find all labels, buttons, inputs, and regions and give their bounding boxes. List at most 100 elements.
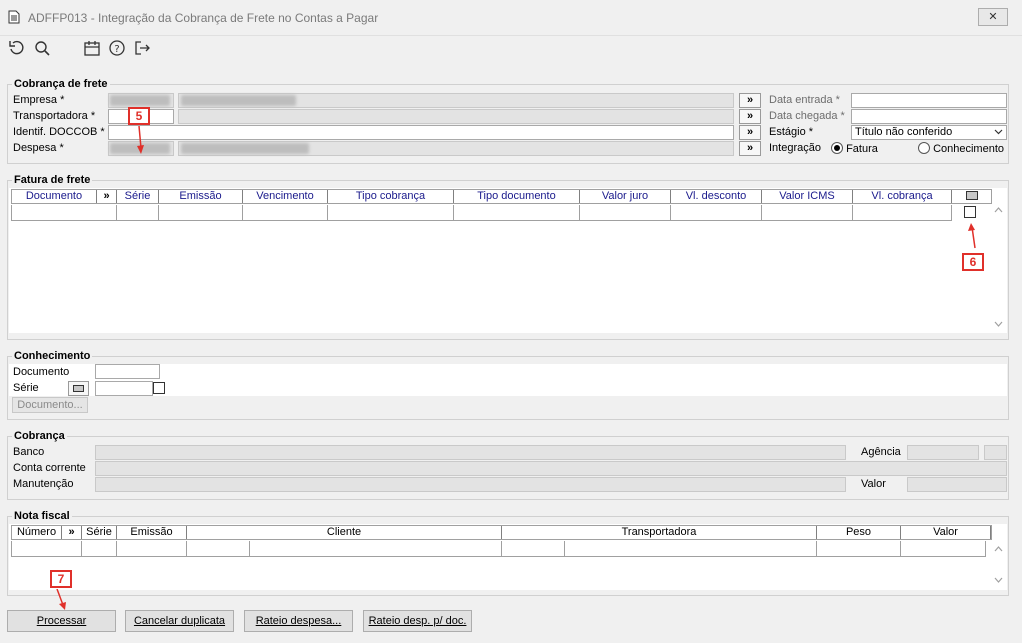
col-valor-icms[interactable]: Valor ICMS <box>762 190 853 203</box>
estagio-label: Estágio * <box>769 126 814 138</box>
cobranca-title: Cobrança <box>12 430 67 442</box>
calendar-icon[interactable] <box>82 38 102 58</box>
conhecimento-serie-field[interactable] <box>95 381 153 396</box>
fatura-row-checkbox[interactable] <box>964 206 976 218</box>
rateio-doc-button[interactable]: Rateio desp. p/ doc. <box>363 610 472 632</box>
col-tipo-cobranca[interactable]: Tipo cobrança <box>328 190 454 203</box>
col-tipo-documento[interactable]: Tipo documento <box>454 190 580 203</box>
banco-label: Banco <box>13 446 45 458</box>
manutencao-field[interactable] <box>95 477 846 492</box>
serie-checkbox[interactable] <box>153 382 165 394</box>
data-chegada-field[interactable] <box>851 109 1007 124</box>
cobranca-frete-title: Cobrança de frete <box>12 78 110 90</box>
col-peso[interactable]: Peso <box>817 526 901 539</box>
agencia-field[interactable] <box>907 445 979 460</box>
col-emissao[interactable]: Emissão <box>159 190 243 203</box>
rateio-doc-label: Rateio desp. p/ doc. <box>368 615 467 627</box>
exit-icon[interactable] <box>132 38 152 58</box>
data-entrada-label: Data entrada * <box>769 94 840 106</box>
empresa-lookup-button[interactable]: » <box>739 93 761 108</box>
despesa-label: Despesa * <box>13 142 64 154</box>
scroll-down-icon[interactable] <box>994 320 1003 331</box>
annotation-arrow-6-icon <box>965 222 979 255</box>
conhecimento-radio-label: Conhecimento <box>933 143 1004 155</box>
documento-button[interactable]: Documento... <box>12 397 88 413</box>
integracao-label: Integração <box>769 142 821 154</box>
conta-corrente-field[interactable] <box>95 461 1007 476</box>
col-vl-cobranca[interactable]: Vl. cobrança <box>853 190 952 203</box>
valor-field[interactable] <box>907 477 1007 492</box>
document-icon <box>8 10 20 24</box>
undo-icon[interactable] <box>7 38 27 58</box>
data-chegada-label: Data chegada * <box>769 110 845 122</box>
fatura-grid-row[interactable] <box>11 205 952 221</box>
window-title: ADFFP013 - Integração da Cobrança de Fre… <box>28 11 379 25</box>
scroll-up-icon[interactable] <box>994 206 1003 217</box>
col-documento[interactable]: Documento <box>12 190 97 203</box>
conhecimento-documento-field[interactable] <box>95 364 160 379</box>
annotation-arrow-7-icon <box>54 588 70 614</box>
col-lookup[interactable]: » <box>97 190 117 203</box>
data-entrada-field[interactable] <box>851 93 1007 108</box>
cancelar-label: Cancelar duplicata <box>133 615 226 627</box>
agencia-digit-field[interactable] <box>984 445 1007 460</box>
col-vl-desconto[interactable]: Vl. desconto <box>671 190 762 203</box>
annotation-7: 7 <box>50 570 72 588</box>
close-button[interactable]: ✕ <box>978 8 1008 26</box>
col-nf-emissao[interactable]: Emissão <box>117 526 187 539</box>
col-vencimento[interactable]: Vencimento <box>243 190 328 203</box>
fatura-grid-header: Documento » Série Emissão Vencimento Tip… <box>11 189 992 204</box>
col-cliente[interactable]: Cliente <box>187 526 502 539</box>
nota-fiscal-title: Nota fiscal <box>12 510 72 522</box>
radio-empty-icon <box>918 142 930 154</box>
fatura-radio[interactable]: Fatura <box>831 142 878 155</box>
identif-doccob-label: Identif. DOCCOB * <box>13 126 105 138</box>
col-valor-juro[interactable]: Valor juro <box>580 190 671 203</box>
col-transportadora[interactable]: Transportadora <box>502 526 817 539</box>
toolbar: ? <box>0 36 1022 64</box>
svg-text:?: ? <box>114 44 119 55</box>
col-select-all[interactable] <box>952 190 991 203</box>
title-bar: ADFFP013 - Integração da Cobrança de Fre… <box>0 0 1022 36</box>
annotation-arrow-5-icon <box>134 125 146 159</box>
conhecimento-documento-label: Documento <box>13 366 70 378</box>
col-valor[interactable]: Valor <box>901 526 991 539</box>
conhecimento-radio[interactable]: Conhecimento <box>918 142 1004 155</box>
nf-scroll-down-icon[interactable] <box>994 576 1003 587</box>
despesa-name-blur <box>181 143 309 154</box>
conhecimento-serie-label: Série <box>13 382 39 394</box>
rateio-label: Rateio despesa... <box>255 615 342 627</box>
transportadora-name-field[interactable] <box>178 109 734 124</box>
cancelar-duplicata-button[interactable]: Cancelar duplicata <box>125 610 234 632</box>
nota-grid-row[interactable] <box>11 541 986 557</box>
col-nf-serie[interactable]: Série <box>82 526 117 539</box>
rateio-despesa-button[interactable]: Rateio despesa... <box>244 610 353 632</box>
col-nf-lookup[interactable]: » <box>62 526 82 539</box>
transportadora-lookup-button[interactable]: » <box>739 109 761 124</box>
processar-label: Processar <box>36 615 87 627</box>
nota-grid-header: Número » Série Emissão Cliente Transport… <box>11 525 992 540</box>
help-icon[interactable]: ? <box>107 38 127 58</box>
conhecimento-title: Conhecimento <box>12 350 93 362</box>
annotation-6: 6 <box>962 253 984 271</box>
estagio-select[interactable]: Título não conferido <box>851 125 1007 140</box>
col-numero[interactable]: Número <box>12 526 62 539</box>
search-icon[interactable] <box>32 38 52 58</box>
despesa-lookup-button[interactable]: » <box>739 141 761 156</box>
select-all-icon <box>965 191 978 200</box>
radio-selected-icon <box>831 142 843 154</box>
nf-scroll-up-icon[interactable] <box>994 545 1003 556</box>
estagio-value: Título não conferido <box>855 126 953 138</box>
banco-field[interactable] <box>95 445 846 460</box>
serie-lookup-icon[interactable] <box>68 381 89 396</box>
transportadora-label: Transportadora * <box>13 110 96 122</box>
empresa-label: Empresa * <box>13 94 65 106</box>
fatura-radio-label: Fatura <box>846 143 878 155</box>
identif-doccob-field[interactable] <box>108 125 734 140</box>
manutencao-label: Manutenção <box>13 478 74 490</box>
chevron-down-icon <box>994 126 1003 139</box>
fatura-frete-title: Fatura de frete <box>12 174 93 186</box>
col-serie[interactable]: Série <box>117 190 159 203</box>
valor-label: Valor <box>861 478 886 490</box>
identif-lookup-button[interactable]: » <box>739 125 761 140</box>
